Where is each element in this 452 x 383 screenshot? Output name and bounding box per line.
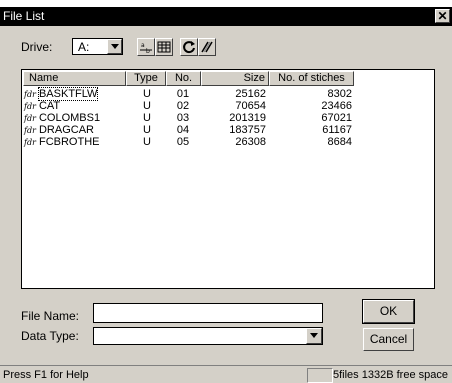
column-header-size[interactable]: Size xyxy=(201,71,269,86)
refresh-button[interactable] xyxy=(180,38,198,56)
status-files: 5files xyxy=(333,369,359,381)
list-view-icon xyxy=(157,41,171,53)
file-type-icon: fdr xyxy=(24,114,36,123)
svg-text:b: b xyxy=(146,48,150,55)
status-divider xyxy=(307,368,333,383)
file-no-cell: 05 xyxy=(176,136,190,148)
drive-label: Drive: xyxy=(21,40,53,54)
drive-select[interactable]: A: xyxy=(72,38,123,55)
status-help: Press F1 for Help xyxy=(3,369,89,381)
column-header-name[interactable]: Name xyxy=(23,71,126,86)
file-name-text: CAT xyxy=(38,100,61,112)
refresh-icon xyxy=(183,41,195,54)
file-size-cell: 183757 xyxy=(229,124,266,136)
file-name-text: BASKTFLW xyxy=(37,87,99,101)
file-type-cell: U xyxy=(143,124,151,136)
sort-alpha-icon: a b xyxy=(140,42,152,55)
chevron-down-icon xyxy=(310,333,318,338)
file-no-cell: 02 xyxy=(176,100,190,112)
table-row[interactable]: fdr BASKTFLW U 01 25162 8302 xyxy=(23,87,433,101)
title-bar[interactable]: File List ✕ xyxy=(0,7,452,26)
data-type-label: Data Type: xyxy=(21,329,79,343)
table-row[interactable]: fdr DRAGCAR U 04 183757 61167 xyxy=(23,124,433,136)
status-bar: Press F1 for Help 5files 1332B free spac… xyxy=(0,365,452,383)
file-type-icon: fdr xyxy=(24,90,36,99)
column-header-stitches[interactable]: No. of stiches xyxy=(269,71,354,86)
file-type-cell: U xyxy=(143,88,151,100)
file-name-label: File Name: xyxy=(21,309,80,323)
file-type-cell: U xyxy=(143,136,151,148)
drive-dropdown-button[interactable] xyxy=(107,39,122,54)
chevron-down-icon xyxy=(111,44,119,49)
status-space: 1332B free space xyxy=(361,369,448,381)
table-row[interactable]: fdr CAT U 02 70654 23466 xyxy=(23,100,433,112)
close-button[interactable]: ✕ xyxy=(435,9,450,23)
file-name-cell: fdr FCBROTHE xyxy=(24,136,99,149)
data-type-select[interactable] xyxy=(93,327,323,345)
embroidery-icon xyxy=(201,41,213,53)
file-stitches-cell: 8684 xyxy=(327,136,352,148)
file-type-icon: fdr xyxy=(24,126,36,135)
table-row[interactable]: fdr FCBROTHE U 05 26308 8684 xyxy=(23,136,433,148)
file-size-cell: 201319 xyxy=(229,112,266,124)
status-files-space: 5files 1332B free space xyxy=(333,368,452,383)
embroidery-button[interactable] xyxy=(198,38,216,56)
column-header-no[interactable]: No. xyxy=(166,71,201,86)
file-stitches-cell: 23466 xyxy=(321,100,352,112)
file-stitches-cell: 61167 xyxy=(322,124,352,136)
file-name-field[interactable] xyxy=(93,303,323,323)
file-no-cell: 01 xyxy=(176,88,190,100)
file-name-text: DRAGCAR xyxy=(38,124,94,136)
file-name-text: FCBROTHE xyxy=(38,136,100,148)
file-type-icon: fdr xyxy=(24,138,36,147)
file-name-text: COLOMBS1 xyxy=(38,112,101,124)
table-row[interactable]: fdr COLOMBS1 U 03 201319 67021 xyxy=(23,112,433,124)
file-stitches-cell: 67021 xyxy=(321,112,352,124)
file-type-cell: U xyxy=(143,112,151,124)
file-size-cell: 25162 xyxy=(235,88,266,100)
drive-value: A: xyxy=(78,40,90,54)
file-no-cell: 03 xyxy=(176,112,190,124)
file-size-cell: 26308 xyxy=(235,136,266,148)
file-size-cell: 70654 xyxy=(235,100,266,112)
top-strip xyxy=(0,0,452,7)
window-title: File List xyxy=(3,9,45,23)
sort-alpha-button[interactable]: a b xyxy=(137,38,155,56)
column-header-type[interactable]: Type xyxy=(126,71,166,86)
file-type-icon: fdr xyxy=(24,102,36,111)
cancel-button[interactable]: Cancel xyxy=(363,328,414,351)
file-no-cell: 04 xyxy=(176,124,190,136)
close-icon: ✕ xyxy=(437,9,448,23)
file-list-dialog: File List ✕ Drive: A: a b Name Type No. … xyxy=(0,0,452,383)
file-type-cell: U xyxy=(143,100,151,112)
svg-text:a: a xyxy=(141,42,145,49)
file-stitches-cell: 8302 xyxy=(327,88,352,100)
data-type-dropdown-button[interactable] xyxy=(306,328,322,344)
list-view-button[interactable] xyxy=(155,38,173,56)
file-list[interactable]: Name Type No. Size No. of stiches fdr BA… xyxy=(21,69,435,289)
ok-button[interactable]: OK xyxy=(362,299,415,324)
